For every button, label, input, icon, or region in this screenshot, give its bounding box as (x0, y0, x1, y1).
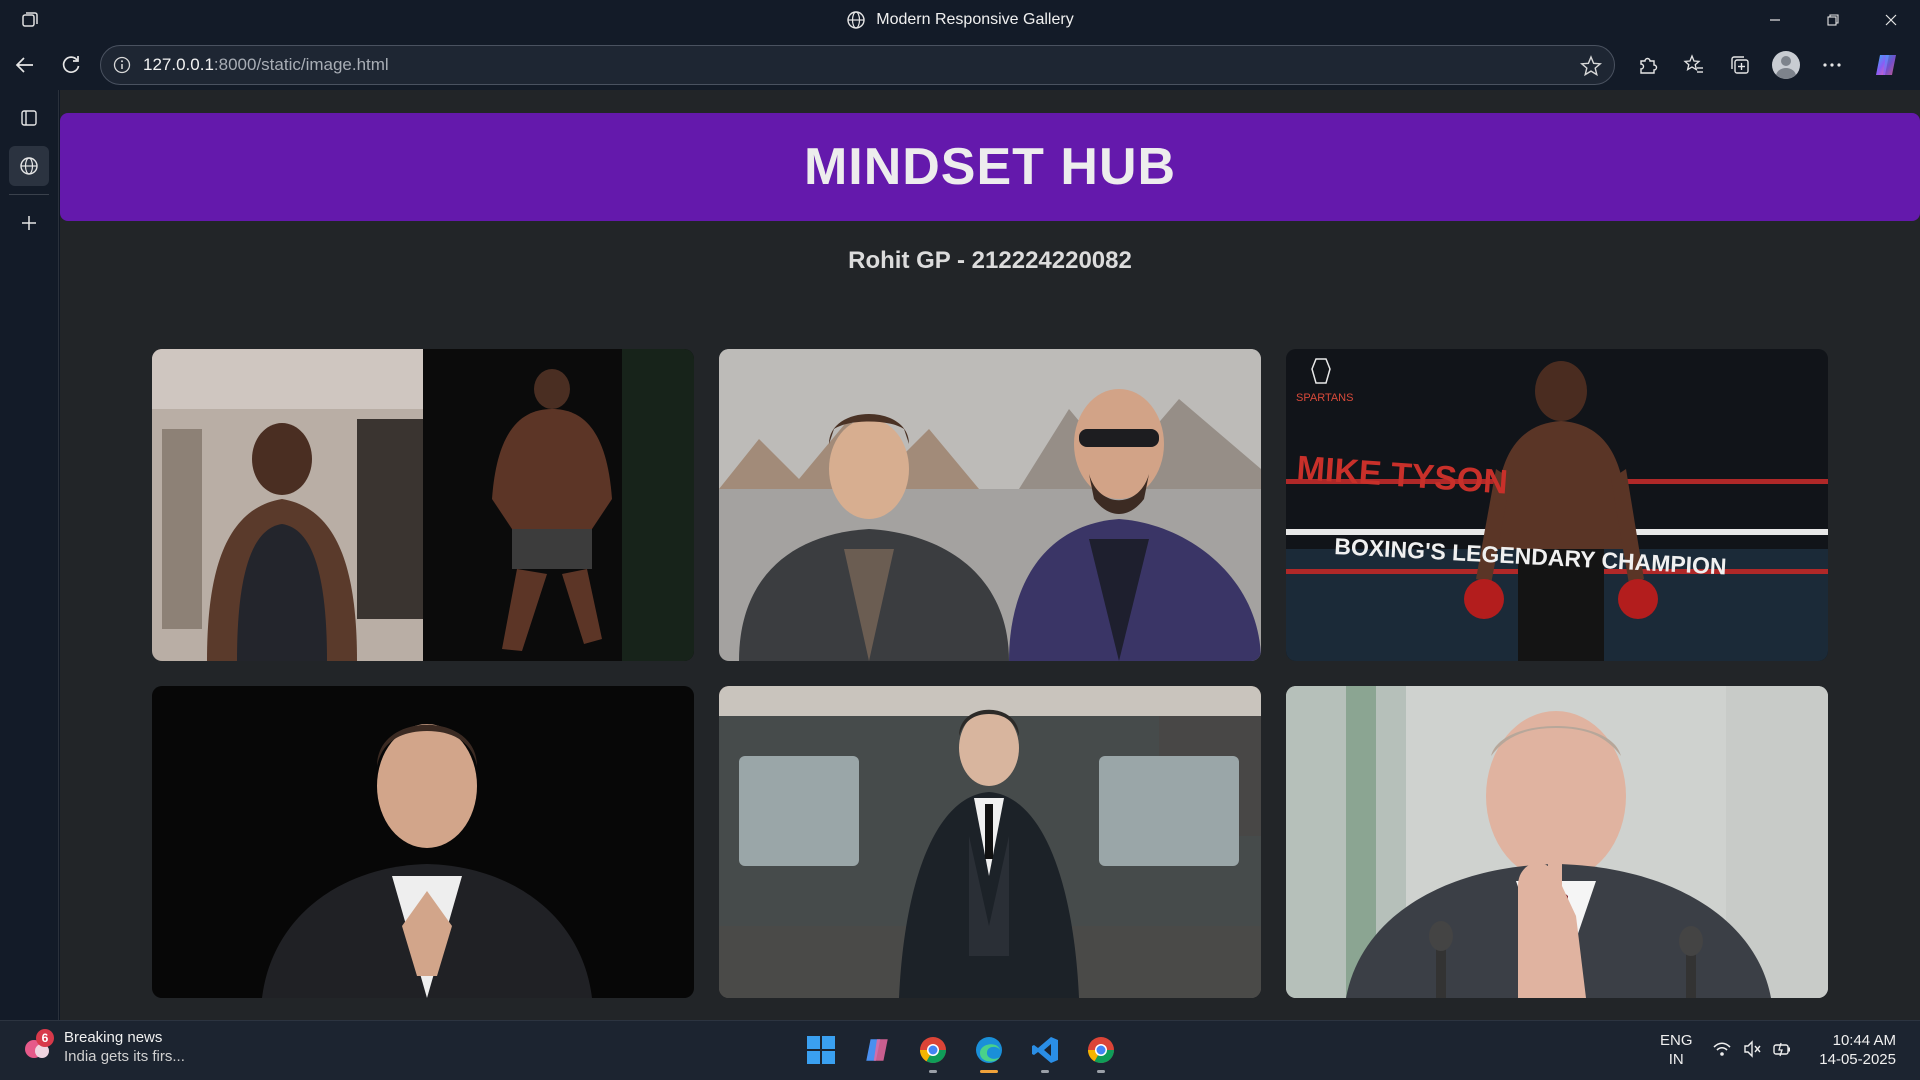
taskbar-vscode[interactable] (1020, 1025, 1070, 1075)
refresh-icon (62, 56, 80, 73)
taskbar-pinned-apps (796, 1025, 1126, 1075)
tab-actions-button[interactable] (9, 98, 49, 138)
tab-actions-icon (21, 110, 37, 126)
favorites-button[interactable] (1671, 45, 1717, 85)
collections-icon (1731, 56, 1749, 74)
new-tab-button[interactable] (9, 203, 49, 243)
taskbar-chrome-1[interactable] (908, 1025, 958, 1075)
edge-icon (976, 1037, 1002, 1063)
browser-toolbar: 127.0.0.1:8000/static/image.html (0, 40, 1920, 90)
running-indicator (1041, 1070, 1049, 1073)
puzzle-icon (1640, 57, 1658, 74)
copilot-app-icon (866, 1039, 888, 1061)
gallery-item-transformation[interactable] (152, 349, 694, 661)
windows-taskbar: 6 Breaking news India gets its firs... E… (0, 1020, 1920, 1080)
volume-muted-icon (1744, 1040, 1761, 1058)
finger-to-lips-photo (1286, 686, 1828, 998)
page-header: MINDSET HUB (60, 113, 1920, 221)
collections-button[interactable] (1717, 45, 1763, 85)
businessman-photo (152, 686, 694, 998)
news-widget-icon: 6 (22, 1029, 54, 1063)
taskbar-chrome-2[interactable] (1076, 1025, 1126, 1075)
windows-logo-icon (807, 1036, 835, 1064)
url-host: 127.0.0.1 (143, 55, 214, 74)
sidebar-divider (9, 194, 49, 195)
news-widget[interactable]: 6 Breaking news India gets its firs... (22, 1029, 185, 1065)
browser-title-bar: Modern Responsive Gallery (0, 0, 1920, 40)
star-icon (1579, 55, 1603, 77)
more-dots-icon (1823, 63, 1841, 67)
news-snippet: India gets its firs... (64, 1048, 185, 1065)
region-code: IN (1668, 1051, 1684, 1068)
gallery-item-boxer[interactable]: SPARTANS MIKE TYSON BOXING'S LEGENDARY C… (1286, 349, 1828, 661)
favorites-icon (1683, 54, 1703, 73)
window-title-text: Modern Responsive Gallery (876, 11, 1074, 28)
profile-avatar-icon (1772, 51, 1800, 79)
clock-time: 10:44 AM (1832, 1032, 1896, 1049)
vscode-icon (1032, 1037, 1058, 1063)
refresh-button[interactable] (48, 45, 94, 85)
tab-current-page[interactable] (9, 146, 49, 186)
page-title: MINDSET HUB (803, 138, 1177, 196)
address-bar[interactable]: 127.0.0.1:8000/static/image.html (100, 45, 1615, 85)
workspaces-icon (22, 12, 38, 27)
page-subtitle: Rohit GP - 212224220082 (848, 247, 1132, 274)
start-button[interactable] (796, 1025, 846, 1075)
close-icon (1885, 14, 1897, 26)
gallery-item-finger-to-lips[interactable] (1286, 686, 1828, 998)
clock-date: 14-05-2025 (1819, 1051, 1896, 1068)
window-title: Modern Responsive Gallery (0, 0, 1920, 40)
back-button[interactable] (2, 45, 48, 85)
two-men-suits-photo (719, 349, 1261, 661)
copilot-button[interactable] (1863, 45, 1909, 85)
active-indicator (980, 1070, 998, 1073)
language-indicator[interactable]: ENG IN (1660, 1031, 1693, 1069)
copilot-icon (1876, 55, 1896, 75)
chrome-icon (1087, 1037, 1115, 1064)
plus-icon (22, 216, 36, 230)
vintage-car-man-photo (719, 686, 1261, 998)
battery-charging-icon (1773, 1042, 1790, 1057)
taskbar-edge[interactable] (964, 1025, 1014, 1075)
language-code: ENG (1660, 1032, 1693, 1049)
globe-icon (847, 11, 865, 29)
gallery-item-businessman[interactable] (152, 686, 694, 998)
spartans-logo-text: SPARTANS (1296, 392, 1353, 404)
news-count-badge: 6 (36, 1029, 54, 1047)
back-arrow-icon (15, 57, 33, 73)
close-button[interactable] (1862, 0, 1920, 40)
running-indicator (929, 1070, 937, 1073)
running-indicator (1097, 1070, 1105, 1073)
restore-button[interactable] (1804, 0, 1862, 40)
boxer-photo: SPARTANS MIKE TYSON BOXING'S LEGENDARY C… (1286, 349, 1828, 661)
wifi-icon (1713, 1042, 1731, 1056)
favorite-star-button[interactable] (1579, 55, 1603, 82)
web-page: MINDSET HUB Rohit GP - 212224220082 SPAR… (60, 90, 1920, 1020)
settings-more-button[interactable] (1809, 45, 1855, 85)
minimize-button[interactable] (1746, 0, 1804, 40)
site-info-icon[interactable] (113, 56, 131, 74)
vertical-tabs-sidebar (0, 90, 59, 1020)
restore-icon (1827, 14, 1839, 26)
url-path: :8000/static/image.html (213, 55, 389, 74)
minimize-icon (1770, 19, 1780, 21)
taskbar-copilot[interactable] (852, 1025, 902, 1075)
taskbar-clock[interactable]: 10:44 AM 14-05-2025 (1819, 1031, 1896, 1069)
system-tray[interactable] (1712, 1039, 1792, 1059)
news-headline: Breaking news (64, 1029, 163, 1046)
workspaces-button[interactable] (0, 10, 60, 30)
profile-button[interactable] (1763, 45, 1809, 85)
gallery-item-vintage-car[interactable] (719, 686, 1261, 998)
chrome-icon (919, 1037, 947, 1064)
gallery-item-two-men[interactable] (719, 349, 1261, 661)
transformation-photo (152, 349, 694, 661)
globe-tab-icon (20, 157, 38, 175)
extensions-button[interactable] (1625, 45, 1671, 85)
